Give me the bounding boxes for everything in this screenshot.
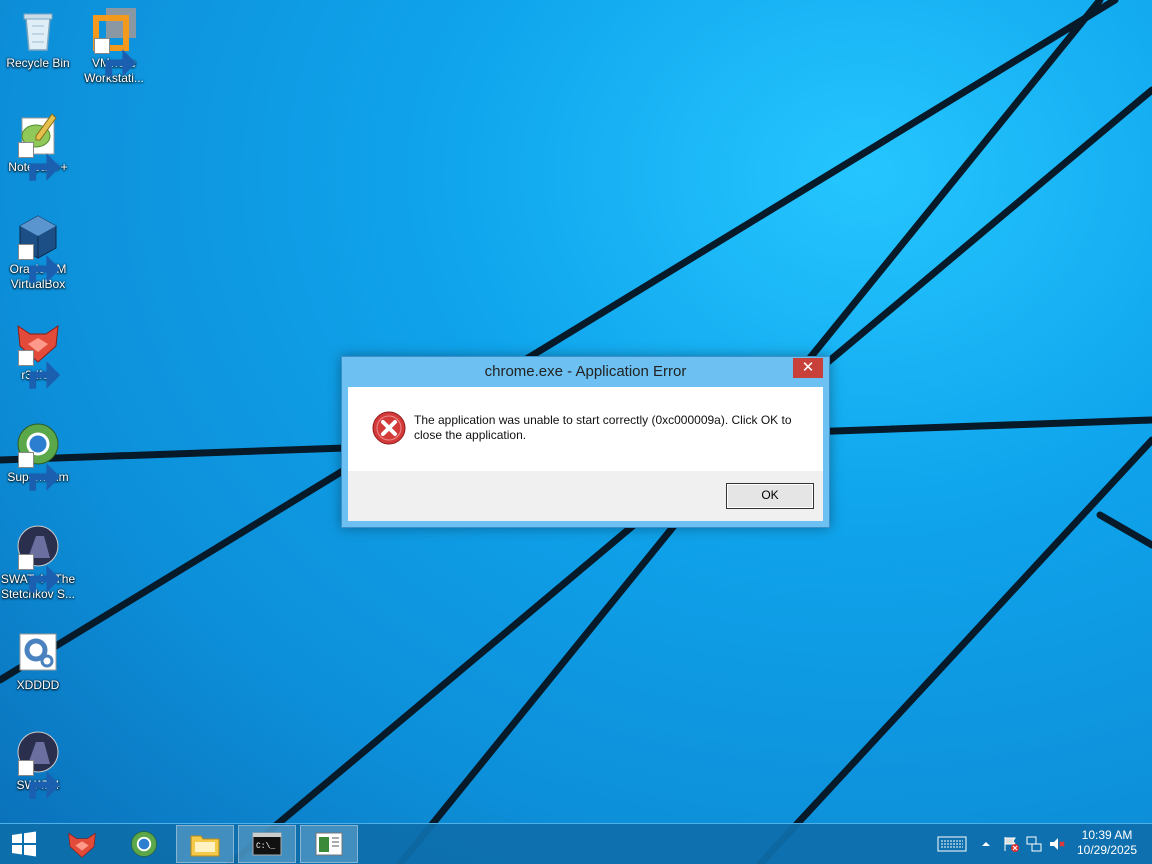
error-icon [372,411,406,445]
taskbar: C:\_ 10:39 AM 10/29/2025 [0,823,1152,864]
volume-muted-icon[interactable] [1048,835,1066,853]
taskbar-command-prompt[interactable]: C:\_ [238,825,296,863]
desktop-icon-swat4[interactable]: SWAT 4 [0,724,76,799]
desktop-icon-label: Recycle Bin [6,56,70,70]
recycle-bin-icon [14,6,62,54]
desktop-icon-xdddd[interactable]: XDDDD [0,624,76,693]
ok-button[interactable]: OK [726,483,814,509]
shortcut-arrow-icon [18,554,61,593]
dialog-title: chrome.exe - Application Error [484,363,687,380]
virtualbox-icon [14,212,62,283]
start-button[interactable] [0,825,48,863]
vmware-icon [90,6,138,77]
windows-logo-icon [12,831,36,857]
svg-text:C:\_: C:\_ [256,842,275,851]
dialog-button-area: OK [348,471,823,521]
desktop-icon-label: XDDDD [16,678,60,692]
clock-date: 10/29/2025 [1076,843,1138,857]
shortcut-arrow-icon [18,452,61,491]
desktop-icon-virtualbox[interactable]: Oracle VM VirtualBox [0,208,76,292]
taskbar-file-explorer[interactable] [176,825,234,863]
dialog-message-area: The application was unable to start corr… [348,387,823,471]
network-icon[interactable] [1025,835,1043,853]
shortcut-arrow-icon [18,244,61,283]
clock-time: 10:39 AM [1081,828,1133,842]
taskbar-r3dfox[interactable] [54,825,110,863]
application-window-icon [315,832,343,856]
command-prompt-icon: C:\_ [252,832,282,856]
shortcut-arrow-icon [94,38,137,77]
dialog-message: The application was unable to start corr… [414,413,792,442]
desktop-icon-r3dfox[interactable]: r3dfox [0,314,76,389]
settings-app-icon [14,628,62,676]
taskbar-application-window[interactable] [300,825,358,863]
swat4-icon [14,522,62,593]
r3dfox-icon [68,832,96,858]
shortcut-arrow-icon [18,760,61,799]
supermium-icon [131,831,157,857]
desktop-icon-recycle-bin[interactable]: Recycle Bin [0,2,76,71]
shortcut-arrow-icon [18,142,61,181]
flag-alert-icon[interactable] [1002,835,1020,853]
dialog-client-area: The application was unable to start corr… [348,387,823,521]
desktop-icon-vmware-workstation[interactable]: VMware Workstati... [76,2,152,86]
chevron-up-icon[interactable] [980,835,992,853]
taskbar-supermium[interactable] [116,825,172,863]
desktop-icon-swat4-stetchkov[interactable]: SWAT 4 - The Stetchkov S... [0,518,76,602]
shortcut-arrow-icon [18,350,61,389]
application-error-dialog: chrome.exe - Application Error ✕ The app… [341,356,830,528]
close-button[interactable]: ✕ [793,358,823,378]
swat4-icon [14,728,62,799]
desktop-icon-supermium[interactable]: Supermium [0,416,76,491]
system-clock[interactable]: 10:39 AM 10/29/2025 [1072,828,1142,858]
notepad-plus-plus-icon [14,110,62,181]
supermium-icon [14,420,62,491]
r3dfox-icon [14,318,62,389]
folder-icon [190,835,220,857]
desktop-icon-notepad-plus-plus[interactable]: Notepad++ [0,106,76,181]
keyboard-icon[interactable] [937,835,967,853]
